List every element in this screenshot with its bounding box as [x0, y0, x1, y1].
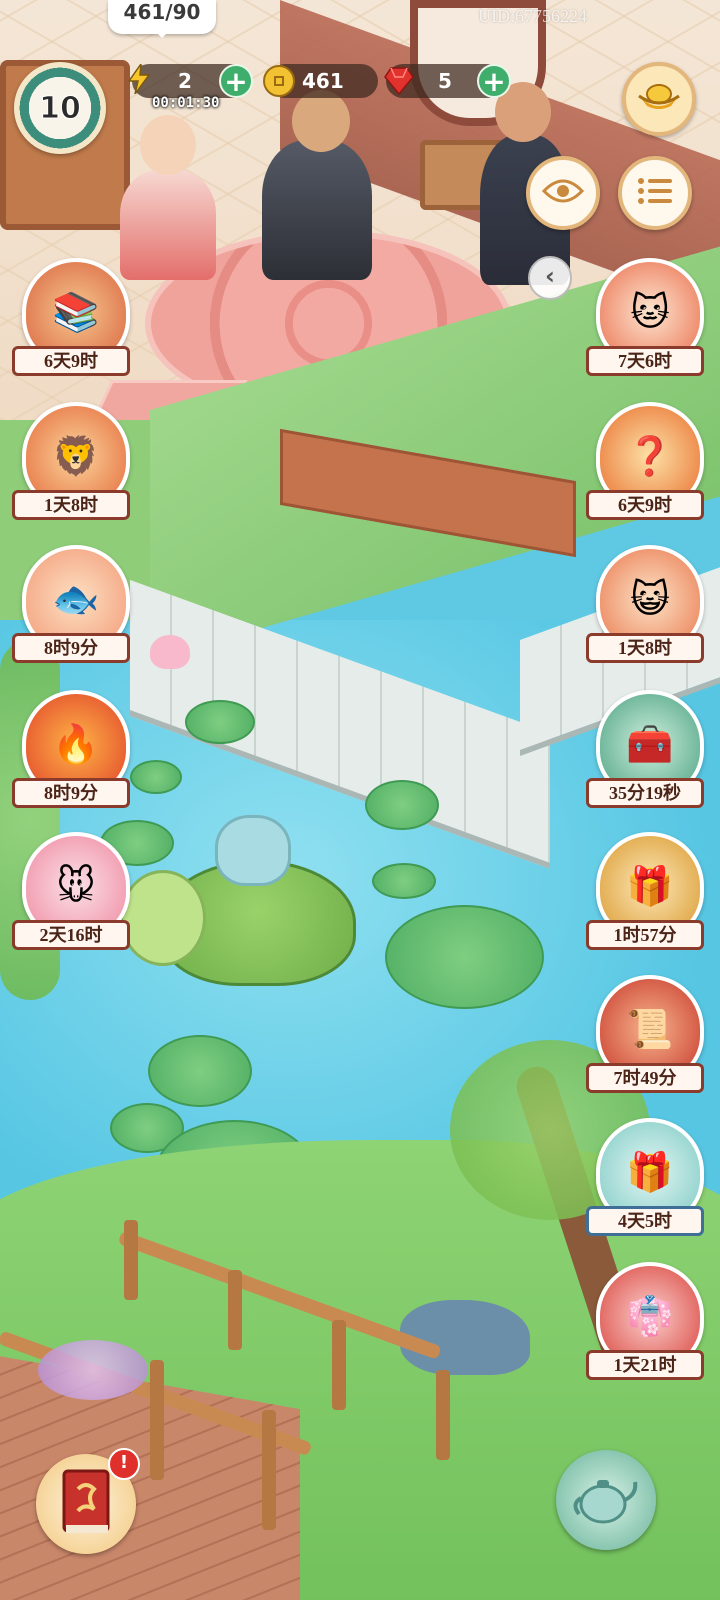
coin-icon: [262, 64, 296, 98]
event-lady-character[interactable]: 👘 1天21时: [586, 1262, 706, 1392]
blue-cat-on-turtle[interactable]: [215, 815, 291, 886]
event-koi-fish[interactable]: 🐟 8时9分: [12, 545, 132, 675]
fence-post: [262, 1410, 276, 1530]
guard-npc-head[interactable]: [292, 90, 350, 152]
event-timer: 4天5时: [586, 1206, 704, 1236]
lady-npc[interactable]: [120, 170, 216, 280]
energy-timer: 00:01:30: [152, 95, 220, 111]
event-treasure-chest[interactable]: 🧰 35分19秒: [586, 690, 706, 820]
lily-pad: [130, 760, 182, 794]
event-timer: 1天8时: [12, 490, 130, 520]
fence-post: [124, 1220, 138, 1300]
teapot-icon: [571, 1468, 641, 1532]
guard-npc[interactable]: [262, 140, 372, 280]
event-timer: 35分19秒: [586, 778, 704, 808]
event-timer: 1天8时: [586, 633, 704, 663]
event-timer: 1时57分: [586, 920, 704, 950]
event-timer: 7时49分: [586, 1063, 704, 1093]
fence-post: [150, 1360, 164, 1480]
event-book-bundle[interactable]: 📚 6天9时: [12, 258, 132, 388]
event-timer: 2天16时: [12, 920, 130, 950]
menu-list-icon: [636, 176, 674, 210]
ruby-icon: [382, 64, 416, 98]
event-cat-mask[interactable]: 🐱 7天6时: [586, 258, 706, 388]
lady-npc-head[interactable]: [140, 115, 196, 175]
purple-umbrella: [38, 1340, 148, 1400]
lightning-icon: [122, 62, 156, 96]
gold-ingot-icon: [637, 80, 681, 118]
event-timer: 8时9分: [12, 633, 130, 663]
event-plus-one-scroll[interactable]: 📜 7时49分: [586, 975, 706, 1105]
event-mouse-pet[interactable]: 🐭 2天16时: [12, 832, 132, 962]
lily-pad: [372, 863, 436, 899]
event-timer: 1天21时: [586, 1350, 704, 1380]
event-timer: 6天9时: [12, 346, 130, 376]
turtle-head[interactable]: [120, 870, 206, 966]
fence-post: [436, 1370, 450, 1460]
event-timer: 6天9时: [586, 490, 704, 520]
lily-pad: [365, 780, 439, 830]
add-energy-button[interactable]: +: [219, 64, 253, 98]
energy-value: 2: [178, 69, 192, 93]
event-lion-pet[interactable]: 🦁 1天8时: [12, 402, 132, 532]
garden-rock: [400, 1300, 530, 1375]
user-id: UID:67756224: [478, 6, 587, 26]
lily-pad: [148, 1035, 252, 1107]
level-badge[interactable]: 10: [14, 62, 106, 154]
lily-pad: [385, 905, 544, 1009]
event-timer: 8时9分: [12, 778, 130, 808]
event-timer: 7天6时: [586, 346, 704, 376]
gem-value: 5: [438, 69, 452, 93]
fence-post: [228, 1270, 242, 1350]
fence-post: [332, 1320, 346, 1410]
gold-ingot-button[interactable]: [622, 62, 696, 136]
red-journal-icon: [56, 1467, 116, 1541]
teapot-button[interactable]: [556, 1450, 656, 1550]
menu-button[interactable]: [618, 156, 692, 230]
event-lucky-cat[interactable]: 😺 1天8时: [586, 545, 706, 675]
event-jade-gift[interactable]: 🎁 4天5时: [586, 1118, 706, 1248]
collapse-panel-button[interactable]: ‹: [528, 256, 572, 300]
lily-pad: [185, 700, 255, 744]
progress-bubble: 461/90: [108, 0, 216, 38]
eye-icon: [541, 177, 585, 209]
event-mystery-box[interactable]: ❓ 6天9时: [586, 402, 706, 532]
lotus-flower: [150, 635, 190, 669]
level-number: 10: [39, 90, 82, 126]
add-gems-button[interactable]: +: [477, 64, 511, 98]
event-golden-gift[interactable]: 🎁 1时57分: [586, 832, 706, 962]
coin-value: 461: [302, 69, 344, 93]
journal-alert-badge: !: [108, 1448, 140, 1480]
view-toggle-button[interactable]: [526, 156, 600, 230]
event-fire-orb[interactable]: 🔥 8时9分: [12, 690, 132, 820]
